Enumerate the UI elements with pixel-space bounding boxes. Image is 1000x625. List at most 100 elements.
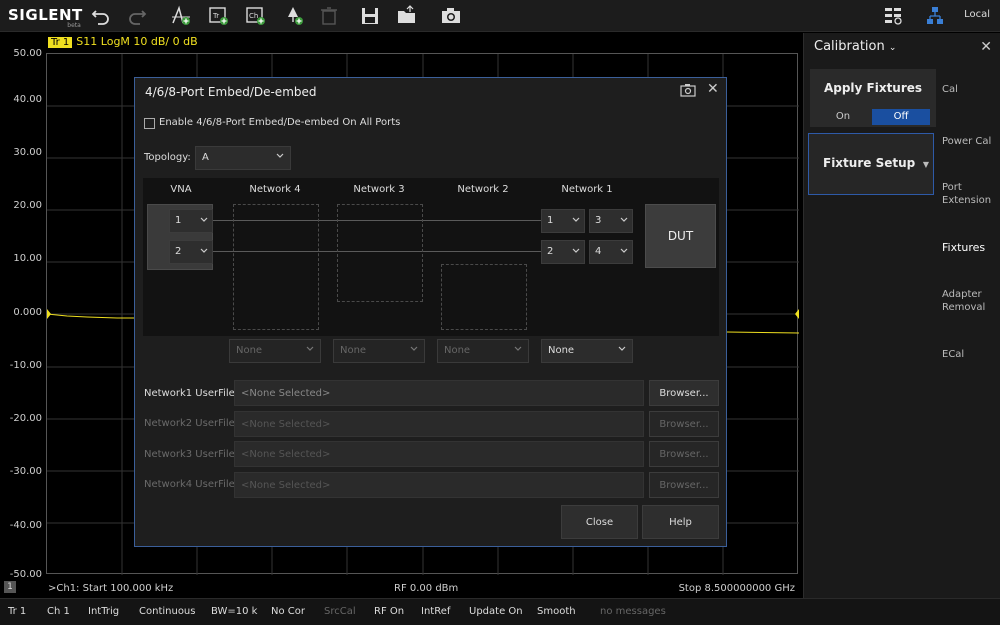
status-bandwidth[interactable]: BW=10 k [211,606,257,617]
network2-file-select[interactable]: None [437,339,529,363]
vna-port-2-select[interactable]: 2 [169,240,213,264]
dropdown-arrow-icon: ▼ [922,160,929,169]
top-toolbar: SIGLENT beta Tr Ch Local [0,0,1000,32]
plot-footer: 1 >Ch1: Start 100.000 kHz RF 0.00 dBm St… [0,577,803,598]
y-label: -10.00 [9,360,42,371]
chevron-down-icon [620,217,628,222]
channel-badge[interactable]: 1 [4,581,16,593]
chevron-down-icon [620,248,628,253]
menu-grid-icon[interactable] [880,4,906,28]
add-channel-icon[interactable]: Ch [243,4,269,28]
status-sweep-mode[interactable]: Continuous [139,606,195,617]
y-label: 0.000 [13,307,42,318]
chevron-down-icon [514,346,522,351]
column-header-network3: Network 3 [353,184,405,195]
open-folder-icon[interactable] [394,4,420,28]
local-label: Local [964,9,990,20]
menu-item-port-extension[interactable]: Port Extension [942,181,991,207]
status-trigger[interactable]: IntTrig [88,606,119,617]
chevron-down-icon [410,346,418,351]
chevron-down-icon [572,217,580,222]
network4-userfile-input[interactable]: <None Selected> [234,472,644,498]
redo-icon[interactable] [124,4,150,28]
network1-file-select[interactable]: None [541,339,633,363]
status-trace[interactable]: Tr 1 [8,606,26,617]
status-smooth[interactable]: Smooth [537,606,576,617]
status-rf[interactable]: RF On [374,606,404,617]
delete-icon[interactable] [316,4,342,28]
network3-userfile-label: Network3 UserFile: [144,449,239,460]
fixture-setup-button[interactable]: Fixture Setup ▼ [808,133,934,195]
network3-box [337,204,423,302]
network1-port-1-select[interactable]: 1 [541,209,585,233]
trace-header[interactable]: Tr 1 S11 LogM 10 dB/ 0 dB [48,35,198,48]
chevron-down-icon [572,248,580,253]
network1-userfile-input[interactable]: <None Selected> [234,380,644,406]
network1-userfile-label: Network1 UserFile: [144,388,239,399]
chevron-down-icon [306,346,314,351]
apply-fixtures-toggle[interactable]: Apply Fixtures On Off [810,69,936,127]
topology-select[interactable]: A [195,146,291,170]
status-srccal[interactable]: SrcCal [324,606,356,617]
close-icon[interactable]: ✕ [707,81,719,97]
off-option[interactable]: Off [872,109,930,125]
enable-label[interactable]: Enable 4/6/8-Port Embed/De-embed On All … [159,117,400,128]
vna-port-1-select[interactable]: 1 [169,209,213,233]
chevron-down-icon [200,248,208,253]
network4-browse-button[interactable]: Browser... [649,472,719,498]
network3-browse-button[interactable]: Browser... [649,441,719,467]
network1-port-3-select[interactable]: 3 [589,209,633,233]
chevron-down-icon: ⌄ [888,43,897,53]
apply-fixtures-label: Apply Fixtures [823,81,923,95]
add-trace-window-icon[interactable]: Tr [206,4,232,28]
status-update[interactable]: Update On [469,606,523,617]
close-button[interactable]: Close [561,505,638,539]
enable-checkbox[interactable] [144,118,155,129]
camera-icon[interactable] [680,82,696,98]
menu-item-ecal[interactable]: ECal [942,348,964,361]
start-frequency[interactable]: >Ch1: Start 100.000 kHz [48,583,173,594]
network1-port-4-select[interactable]: 4 [589,240,633,264]
network2-box [441,264,527,330]
embed-deembed-dialog: 4/6/8-Port Embed/De-embed ✕ Enable 4/6/8… [134,77,727,547]
add-marker-icon[interactable] [281,4,307,28]
y-label: 10.00 [13,253,42,264]
menu-item-cal[interactable]: Cal [942,83,958,96]
network3-file-select[interactable]: None [333,339,425,363]
on-option[interactable]: On [814,109,872,125]
svg-text:Ch: Ch [249,12,258,20]
status-correction[interactable]: No Cor [271,606,305,617]
column-header-network4: Network 4 [249,184,301,195]
menu-item-adapter-removal[interactable]: Adapter Removal [942,288,985,314]
status-messages: no messages [600,606,666,617]
menu-item-fixtures[interactable]: Fixtures [942,241,985,254]
rf-power[interactable]: RF 0.00 dBm [394,583,458,594]
status-channel[interactable]: Ch 1 [47,606,70,617]
status-ref[interactable]: IntRef [421,606,450,617]
calibration-panel: Calibration ⌄ ✕ Apply Fixtures On Off Fi… [803,33,1000,598]
svg-text:Tr: Tr [212,12,219,20]
siglent-logo: SIGLENT beta [8,6,83,29]
network-icon[interactable] [922,4,948,28]
network1-port-2-select[interactable]: 2 [541,240,585,264]
camera-icon[interactable] [438,4,464,28]
network3-userfile-input[interactable]: <None Selected> [234,441,644,467]
stop-frequency[interactable]: Stop 8.500000000 GHz [679,583,795,594]
network1-browse-button[interactable]: Browser... [649,380,719,406]
y-label: 50.00 [13,48,42,59]
close-icon[interactable]: ✕ [980,39,992,55]
network2-userfile-input[interactable]: <None Selected> [234,411,644,437]
add-trace-icon[interactable] [168,4,194,28]
panel-title[interactable]: Calibration ⌄ [814,39,896,54]
save-icon[interactable] [357,4,383,28]
undo-icon[interactable] [88,4,114,28]
dut-block: DUT [645,204,716,268]
network2-browse-button[interactable]: Browser... [649,411,719,437]
y-label: 20.00 [13,200,42,211]
menu-item-power-cal[interactable]: Power Cal [942,135,991,148]
help-button[interactable]: Help [642,505,719,539]
topology-diagram: VNA Network 4 Network 3 Network 2 Networ… [143,178,719,336]
chevron-down-icon [276,153,284,158]
y-label: -30.00 [9,466,42,477]
network4-file-select[interactable]: None [229,339,321,363]
